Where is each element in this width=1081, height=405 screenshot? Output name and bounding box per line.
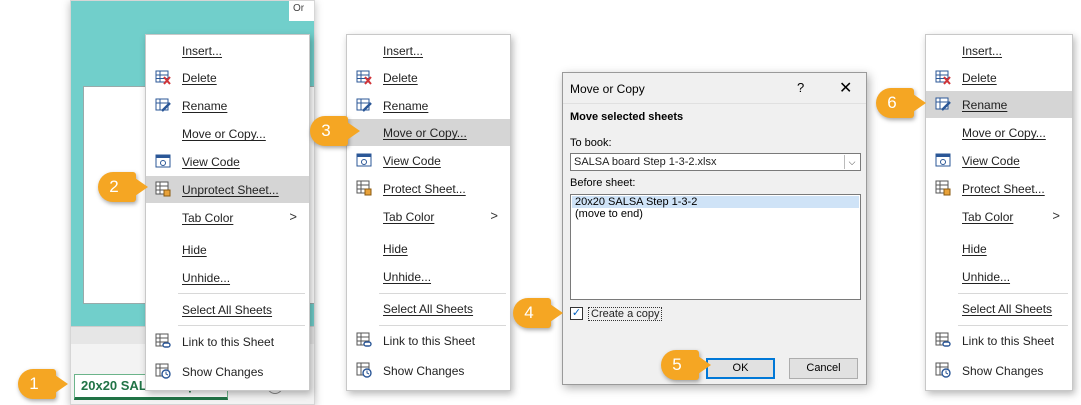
menu-separator	[958, 293, 1068, 294]
menu-item-view-code[interactable]: View Code	[926, 147, 1072, 174]
menu-item-tab-color[interactable]: Tab Color >	[926, 203, 1072, 230]
menu-item-hide[interactable]: Hide	[347, 235, 510, 262]
shape-text-top: Or	[293, 3, 305, 14]
before-sheet-list[interactable]: 20x20 SALSA Step 1-3-2 (move to end)	[570, 194, 861, 300]
dialog-title: Move or Copy	[570, 82, 645, 96]
menu-item-unhide[interactable]: Unhide...	[926, 263, 1072, 290]
menu-item-show-changes[interactable]: Show Changes	[926, 357, 1072, 384]
menu-item-show-changes[interactable]: Show Changes	[347, 357, 510, 384]
rename-icon	[935, 96, 951, 112]
menu-separator	[379, 293, 506, 294]
menu-item-insert[interactable]: Insert...	[146, 37, 309, 64]
menu-item-rename[interactable]: Rename	[926, 91, 1072, 118]
delete-sheet-icon	[155, 69, 171, 85]
menu-item-move-or-copy[interactable]: Move or Copy...	[146, 120, 309, 147]
delete-sheet-icon	[356, 69, 372, 85]
step-badge-4: 4	[513, 298, 563, 328]
menu-item-delete[interactable]: Delete	[926, 64, 1072, 91]
submenu-arrow-icon: >	[1052, 208, 1060, 223]
cancel-button[interactable]: Cancel	[789, 358, 858, 379]
view-code-icon	[155, 153, 171, 169]
unprotect-sheet-icon	[155, 181, 171, 197]
menu-item-unhide[interactable]: Unhide...	[347, 263, 510, 290]
view-code-icon	[935, 152, 951, 168]
menu-item-protect-sheet[interactable]: Protect Sheet...	[926, 175, 1072, 202]
menu-item-move-or-copy[interactable]: Move or Copy...	[926, 119, 1072, 146]
step-badge-2: 2	[98, 172, 148, 202]
menu-item-tab-color[interactable]: Tab Color >	[146, 204, 309, 231]
menu-separator	[958, 325, 1068, 326]
menu-item-tab-color[interactable]: Tab Color >	[347, 203, 510, 230]
link-sheet-icon	[356, 332, 372, 348]
menu-separator	[178, 325, 305, 326]
worksheet-shape-top: Or	[289, 1, 314, 21]
before-sheet-label: Before sheet:	[570, 177, 636, 189]
menu-item-view-code[interactable]: View Code	[146, 148, 309, 175]
menu-separator	[379, 325, 506, 326]
menu-item-delete[interactable]: Delete	[347, 64, 510, 91]
dialog-header-divider	[563, 103, 866, 104]
menu-item-insert[interactable]: Insert...	[926, 37, 1072, 64]
rename-icon	[356, 97, 372, 113]
step-badge-6: 6	[876, 88, 926, 118]
link-sheet-icon	[155, 333, 171, 349]
menu-item-link-to-sheet[interactable]: Link to this Sheet	[146, 328, 309, 355]
menu-item-select-all-sheets[interactable]: Select All Sheets	[926, 295, 1072, 322]
context-menu-unprotect: Insert... Delete Rename Move or Copy... …	[145, 34, 310, 391]
to-book-value: SALSA board Step 1-3-2.xlsx	[574, 156, 717, 168]
menu-item-hide[interactable]: Hide	[926, 235, 1072, 262]
menu-item-unhide[interactable]: Unhide...	[146, 264, 309, 291]
show-changes-icon	[935, 362, 951, 378]
show-changes-icon	[356, 362, 372, 378]
show-changes-icon	[155, 363, 171, 379]
step-badge-1: 1	[18, 369, 68, 399]
list-item[interactable]: (move to end)	[572, 208, 859, 220]
menu-item-move-or-copy[interactable]: Move or Copy...	[347, 119, 510, 146]
menu-item-unprotect-sheet[interactable]: Unprotect Sheet...	[146, 176, 309, 203]
delete-sheet-icon	[935, 69, 951, 85]
menu-item-rename[interactable]: Rename	[347, 92, 510, 119]
rename-icon	[155, 97, 171, 113]
menu-item-show-changes[interactable]: Show Changes	[146, 358, 309, 385]
step-badge-5: 5	[661, 350, 711, 380]
list-item[interactable]: 20x20 SALSA Step 1-3-2	[572, 196, 859, 208]
menu-item-link-to-sheet[interactable]: Link to this Sheet	[347, 327, 510, 354]
protect-sheet-icon	[935, 180, 951, 196]
menu-item-select-all-sheets[interactable]: Select All Sheets	[347, 295, 510, 322]
close-icon[interactable]: ✕	[839, 78, 852, 98]
to-book-label: To book:	[570, 137, 612, 149]
submenu-arrow-icon: >	[289, 209, 297, 224]
to-book-select[interactable]: SALSA board Step 1-3-2.xlsx ⌵	[570, 153, 861, 171]
context-menu-rename: Insert... Delete Rename Move or Copy... …	[925, 34, 1073, 391]
chevron-down-icon[interactable]: ⌵	[844, 155, 859, 169]
menu-item-delete[interactable]: Delete	[146, 64, 309, 91]
protect-sheet-icon	[356, 180, 372, 196]
view-code-icon	[356, 152, 372, 168]
menu-separator	[178, 293, 305, 294]
create-copy-checkbox[interactable]: ✓	[570, 307, 583, 320]
menu-item-view-code[interactable]: View Code	[347, 147, 510, 174]
ok-button[interactable]: OK	[706, 358, 775, 379]
context-menu-move-copy: Insert... Delete Rename Move or Copy... …	[346, 34, 511, 391]
create-copy-label[interactable]: Create a copy	[588, 307, 663, 321]
menu-item-select-all-sheets[interactable]: Select All Sheets	[146, 296, 309, 323]
dialog-heading: Move selected sheets	[570, 111, 684, 123]
menu-item-protect-sheet[interactable]: Protect Sheet...	[347, 175, 510, 202]
menu-item-insert[interactable]: Insert...	[347, 37, 510, 64]
menu-item-hide[interactable]: Hide	[146, 236, 309, 263]
menu-item-rename[interactable]: Rename	[146, 92, 309, 119]
submenu-arrow-icon: >	[490, 208, 498, 223]
help-icon[interactable]: ?	[797, 80, 804, 95]
menu-item-link-to-sheet[interactable]: Link to this Sheet	[926, 327, 1072, 354]
link-sheet-icon	[935, 332, 951, 348]
step-badge-3: 3	[310, 116, 360, 146]
move-or-copy-dialog: Move or Copy ? ✕ Move selected sheets To…	[562, 72, 867, 385]
